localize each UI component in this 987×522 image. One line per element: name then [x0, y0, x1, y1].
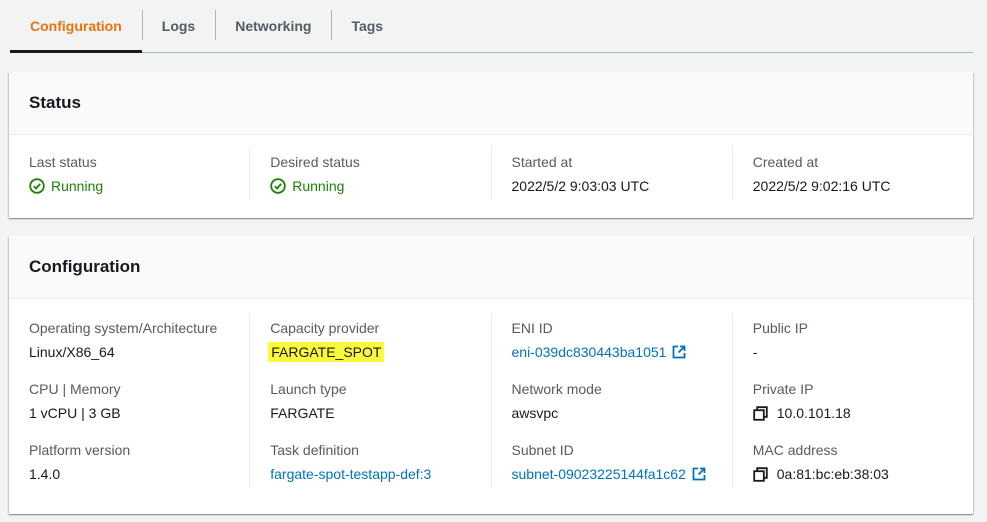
created-at-value: 2022/5/2 9:02:16 UTC	[752, 178, 891, 194]
eni-id-value: eni-039dc830443ba1051	[512, 342, 712, 362]
mac-address-label: MAC address	[752, 442, 838, 458]
tab-configuration[interactable]: Configuration	[10, 0, 142, 53]
tab-bar: Configuration Logs Networking Tags	[10, 0, 973, 53]
configuration-panel-title: Configuration	[9, 236, 973, 299]
capacity-provider-highlight: FARGATE_SPOT	[268, 342, 385, 362]
config-col-2: Capacity provider FARGATE_SPOT Launch ty…	[249, 313, 490, 488]
network-mode-value: awsvpc	[511, 405, 559, 421]
launch-type-value: FARGATE	[270, 405, 335, 421]
task-definition-link[interactable]: fargate-spot-testapp-def:3	[270, 464, 431, 484]
config-col-1: Operating system/Architecture Linux/X86_…	[9, 313, 249, 488]
launch-type-label: Launch type	[270, 381, 347, 397]
subnet-id-link[interactable]: subnet-09023225144fa1c62	[512, 464, 686, 484]
config-col-3: ENI ID eni-039dc830443ba1051 Network mod…	[490, 313, 732, 488]
eni-id-link[interactable]: eni-039dc830443ba1051	[512, 342, 667, 362]
external-link-icon[interactable]	[672, 345, 686, 359]
platform-version-value: 1.4.0	[29, 466, 61, 482]
created-at-label: Created at	[752, 154, 819, 170]
status-col-desired-status: Desired status Running	[249, 147, 490, 200]
copy-icon[interactable]	[753, 466, 768, 482]
desired-status-value: Running	[270, 176, 470, 196]
task-definition-value: fargate-spot-testapp-def:3	[270, 464, 470, 484]
config-col-4: Public IP - Private IP 10.0.101.18 MAC a…	[731, 313, 973, 488]
mac-address-text: 0a:81:bc:eb:38:03	[776, 466, 889, 482]
last-status-label: Last status	[29, 154, 97, 170]
status-panel-title: Status	[9, 72, 973, 135]
started-at-label: Started at	[511, 154, 573, 170]
subnet-id-value: subnet-09023225144fa1c62	[512, 464, 712, 484]
capacity-provider-value: FARGATE_SPOT	[268, 342, 470, 362]
subnet-id-label: Subnet ID	[511, 442, 574, 458]
tab-tags[interactable]: Tags	[331, 0, 403, 52]
capacity-provider-label: Capacity provider	[270, 320, 380, 336]
started-at-value: 2022/5/2 9:03:03 UTC	[511, 178, 650, 194]
private-ip-text: 10.0.101.18	[776, 405, 851, 421]
check-circle-icon	[29, 178, 45, 194]
platform-version-label: Platform version	[29, 442, 131, 458]
public-ip-label: Public IP	[752, 320, 808, 336]
private-ip-label: Private IP	[752, 381, 814, 397]
last-status-value: Running	[29, 176, 229, 196]
configuration-panel: Configuration Operating system/Architect…	[9, 236, 973, 514]
copy-icon[interactable]	[753, 405, 768, 421]
os-arch-label: Operating system/Architecture	[29, 320, 218, 336]
cpu-memory-label: CPU | Memory	[29, 381, 121, 397]
mac-address-value: 0a:81:bc:eb:38:03	[753, 464, 953, 484]
last-status-text: Running	[51, 178, 104, 194]
task-definition-label: Task definition	[270, 442, 359, 458]
private-ip-value: 10.0.101.18	[753, 403, 953, 423]
network-mode-label: Network mode	[511, 381, 602, 397]
tab-logs[interactable]: Logs	[141, 0, 215, 52]
os-arch-value: Linux/X86_64	[29, 344, 115, 360]
status-col-started-at: Started at 2022/5/2 9:03:03 UTC	[490, 147, 732, 200]
tab-networking[interactable]: Networking	[215, 0, 331, 52]
desired-status-label: Desired status	[270, 154, 360, 170]
status-panel: Status Last status Running Desired statu…	[9, 72, 973, 218]
eni-id-label: ENI ID	[511, 320, 553, 336]
external-link-icon[interactable]	[692, 467, 706, 481]
status-col-last-status: Last status Running	[9, 147, 249, 200]
check-circle-icon	[270, 178, 286, 194]
public-ip-value: -	[752, 344, 758, 360]
status-col-created-at: Created at 2022/5/2 9:02:16 UTC	[731, 147, 973, 200]
cpu-memory-value: 1 vCPU | 3 GB	[29, 405, 121, 421]
desired-status-text: Running	[292, 178, 345, 194]
